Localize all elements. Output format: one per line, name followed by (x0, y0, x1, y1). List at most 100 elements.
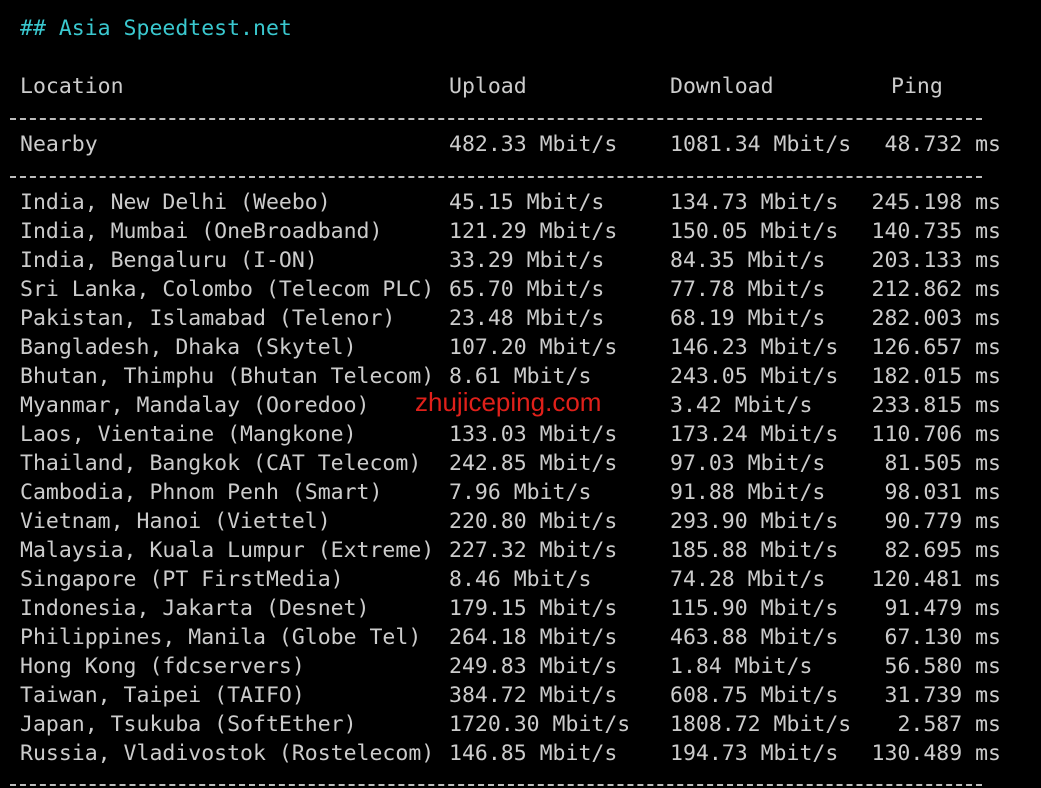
row-download: 1808.72 Mbit/s (670, 712, 852, 737)
row-location: Taiwan, Taipei (TAIFO) (20, 683, 305, 708)
table-row: Thailand, Bangkok (CAT Telecom) 242.85 Mb… (20, 449, 1021, 478)
row-ping: 245.198 ms (871, 190, 1001, 215)
table-row: India, Bengaluru (I-ON) 33.29 Mbit/s 84.35… (20, 246, 1021, 275)
table-row: Taiwan, Taipei (TAIFO) 384.72 Mbit/s 608.7… (20, 681, 1021, 710)
row-download: 463.88 Mbit/s (670, 625, 839, 650)
row-download: 3.42 Mbit/s (670, 393, 813, 418)
row-ping: 120.481 ms (871, 567, 1001, 592)
row-download: 150.05 Mbit/s (670, 219, 839, 244)
row-ping: 212.862 ms (871, 277, 1001, 302)
row-location: Malaysia, Kuala Lumpur (Extreme) (20, 538, 435, 563)
table-row: Sri Lanka, Colombo (Telecom PLC) 65.70 Mb… (20, 275, 1021, 304)
row-ping: 2.587 ms (897, 712, 1001, 737)
table-row: Bangladesh, Dhaka (Skytel) 107.20 Mbit/s 1… (20, 333, 1021, 362)
nearby-ping: 48.732 ms (884, 132, 1002, 157)
table-row: Japan, Tsukuba (SoftEther) 1720.30 Mbit/s… (20, 710, 1021, 739)
table-row: Singapore (PT FirstMedia) 8.46 Mbit/s 74.2… (20, 565, 1021, 594)
row-upload: 146.85 Mbit/s (449, 741, 618, 766)
separator-top (10, 118, 982, 120)
row-download: 77.78 Mbit/s (670, 277, 826, 302)
row-ping: 126.657 ms (871, 335, 1001, 360)
table-row: Philippines, Manila (Globe Tel) 264.18 Mb… (20, 623, 1021, 652)
row-ping: 233.815 ms (871, 393, 1001, 418)
table-row: Hong Kong (fdcservers) 249.83 Mbit/s 1.84 … (20, 652, 1021, 681)
row-location: Vietnam, Hanoi (Viettel) (20, 509, 331, 534)
table-row: Malaysia, Kuala Lumpur (Extreme) 227.32 M… (20, 536, 1021, 565)
row-upload: 23.48 Mbit/s (449, 306, 605, 331)
section-heading: ## Asia Speedtest.net (20, 16, 292, 41)
row-location: Sri Lanka, Colombo (Telecom PLC) (20, 277, 435, 302)
row-location: Myanmar, Mandalay (Ooredoo) (20, 393, 370, 418)
table-row: Vietnam, Hanoi (Viettel) 220.80 Mbit/s 293… (20, 507, 1021, 536)
table-row: Laos, Vientaine (Mangkone) 133.03 Mbit/s 1… (20, 420, 1021, 449)
row-ping: 98.031 ms (884, 480, 1002, 505)
row-location: Japan, Tsukuba (SoftEther) (20, 712, 357, 737)
header-download: Download (670, 74, 774, 99)
row-location: Thailand, Bangkok (CAT Telecom) (20, 451, 422, 476)
row-download: 91.88 Mbit/s (670, 480, 826, 505)
table-row: India, Mumbai (OneBroadband) 121.29 Mbit/… (20, 217, 1021, 246)
row-ping: 81.505 ms (884, 451, 1002, 476)
row-download: 146.23 Mbit/s (670, 335, 839, 360)
row-upload: 65.70 Mbit/s (449, 277, 605, 302)
header-ping: Ping (891, 74, 943, 99)
row-location: Bhutan, Thimphu (Bhutan Telecom) (20, 364, 435, 389)
table-row: Russia, Vladivostok (Rostelecom) 146.85 M… (20, 739, 1021, 768)
row-ping: 56.580 ms (884, 654, 1002, 679)
row-download: 293.90 Mbit/s (670, 509, 839, 534)
row-upload: 384.72 Mbit/s (449, 683, 618, 708)
header-location: Location (20, 74, 124, 99)
row-location: Indonesia, Jakarta (Desnet) (20, 596, 370, 621)
row-download: 97.03 Mbit/s (670, 451, 826, 476)
row-download: 115.90 Mbit/s (670, 596, 839, 621)
row-download: 243.05 Mbit/s (670, 364, 839, 389)
row-upload: 107.20 Mbit/s (449, 335, 618, 360)
watermark: zhujiceping.com (415, 387, 602, 417)
row-location: Philippines, Manila (Globe Tel) (20, 625, 422, 650)
row-upload: 249.83 Mbit/s (449, 654, 618, 679)
row-ping: 90.779 ms (884, 509, 1002, 534)
row-ping: 67.130 ms (884, 625, 1002, 650)
nearby-upload: 482.33 Mbit/s (449, 132, 618, 157)
row-upload: 7.96 Mbit/s (449, 480, 592, 505)
separator-bottom (10, 784, 982, 786)
row-upload: 1720.30 Mbit/s (449, 712, 631, 737)
row-upload: 227.32 Mbit/s (449, 538, 618, 563)
row-location: Russia, Vladivostok (Rostelecom) (20, 741, 435, 766)
row-location: Singapore (PT FirstMedia) (20, 567, 344, 592)
row-ping: 82.695 ms (884, 538, 1002, 563)
row-upload: 220.80 Mbit/s (449, 509, 618, 534)
row-download: 185.88 Mbit/s (670, 538, 839, 563)
row-location: India, Bengaluru (I-ON) (20, 248, 318, 273)
row-ping: 140.735 ms (871, 219, 1001, 244)
table-row: Pakistan, Islamabad (Telenor) 23.48 Mbit/… (20, 304, 1021, 333)
header-upload: Upload (449, 74, 527, 99)
row-upload: 8.46 Mbit/s (449, 567, 592, 592)
row-download: 1.84 Mbit/s (670, 654, 813, 679)
row-download: 74.28 Mbit/s (670, 567, 826, 592)
row-download: 68.19 Mbit/s (670, 306, 826, 331)
nearby-download: 1081.34 Mbit/s (670, 132, 852, 157)
row-download: 134.73 Mbit/s (670, 190, 839, 215)
row-location: Pakistan, Islamabad (Telenor) (20, 306, 396, 331)
row-location: Bangladesh, Dhaka (Skytel) (20, 335, 357, 360)
row-location: Cambodia, Phnom Penh (Smart) (20, 480, 383, 505)
table-row: India, New Delhi (Weebo) 45.15 Mbit/s 134.… (20, 188, 1021, 217)
nearby-row: Nearby 482.33 Mbit/s 1081.34 Mbit/s 48.7… (20, 130, 1021, 159)
table-row: Cambodia, Phnom Penh (Smart) 7.96 Mbit/s 9… (20, 478, 1021, 507)
row-upload: 179.15 Mbit/s (449, 596, 618, 621)
table-header: Location Upload Download Ping (20, 72, 1021, 101)
row-upload: 121.29 Mbit/s (449, 219, 618, 244)
row-ping: 91.479 ms (884, 596, 1002, 621)
row-ping: 130.489 ms (871, 741, 1001, 766)
table-row: Indonesia, Jakarta (Desnet) 179.15 Mbit/s… (20, 594, 1021, 623)
row-download: 608.75 Mbit/s (670, 683, 839, 708)
nearby-location: Nearby (20, 132, 98, 157)
row-location: India, New Delhi (Weebo) (20, 190, 331, 215)
row-upload: 33.29 Mbit/s (449, 248, 605, 273)
row-ping: 182.015 ms (871, 364, 1001, 389)
terminal-window: ## Asia Speedtest.net Location Upload Do… (0, 0, 1041, 788)
row-ping: 282.003 ms (871, 306, 1001, 331)
row-upload: 133.03 Mbit/s (449, 422, 618, 447)
row-download: 84.35 Mbit/s (670, 248, 826, 273)
